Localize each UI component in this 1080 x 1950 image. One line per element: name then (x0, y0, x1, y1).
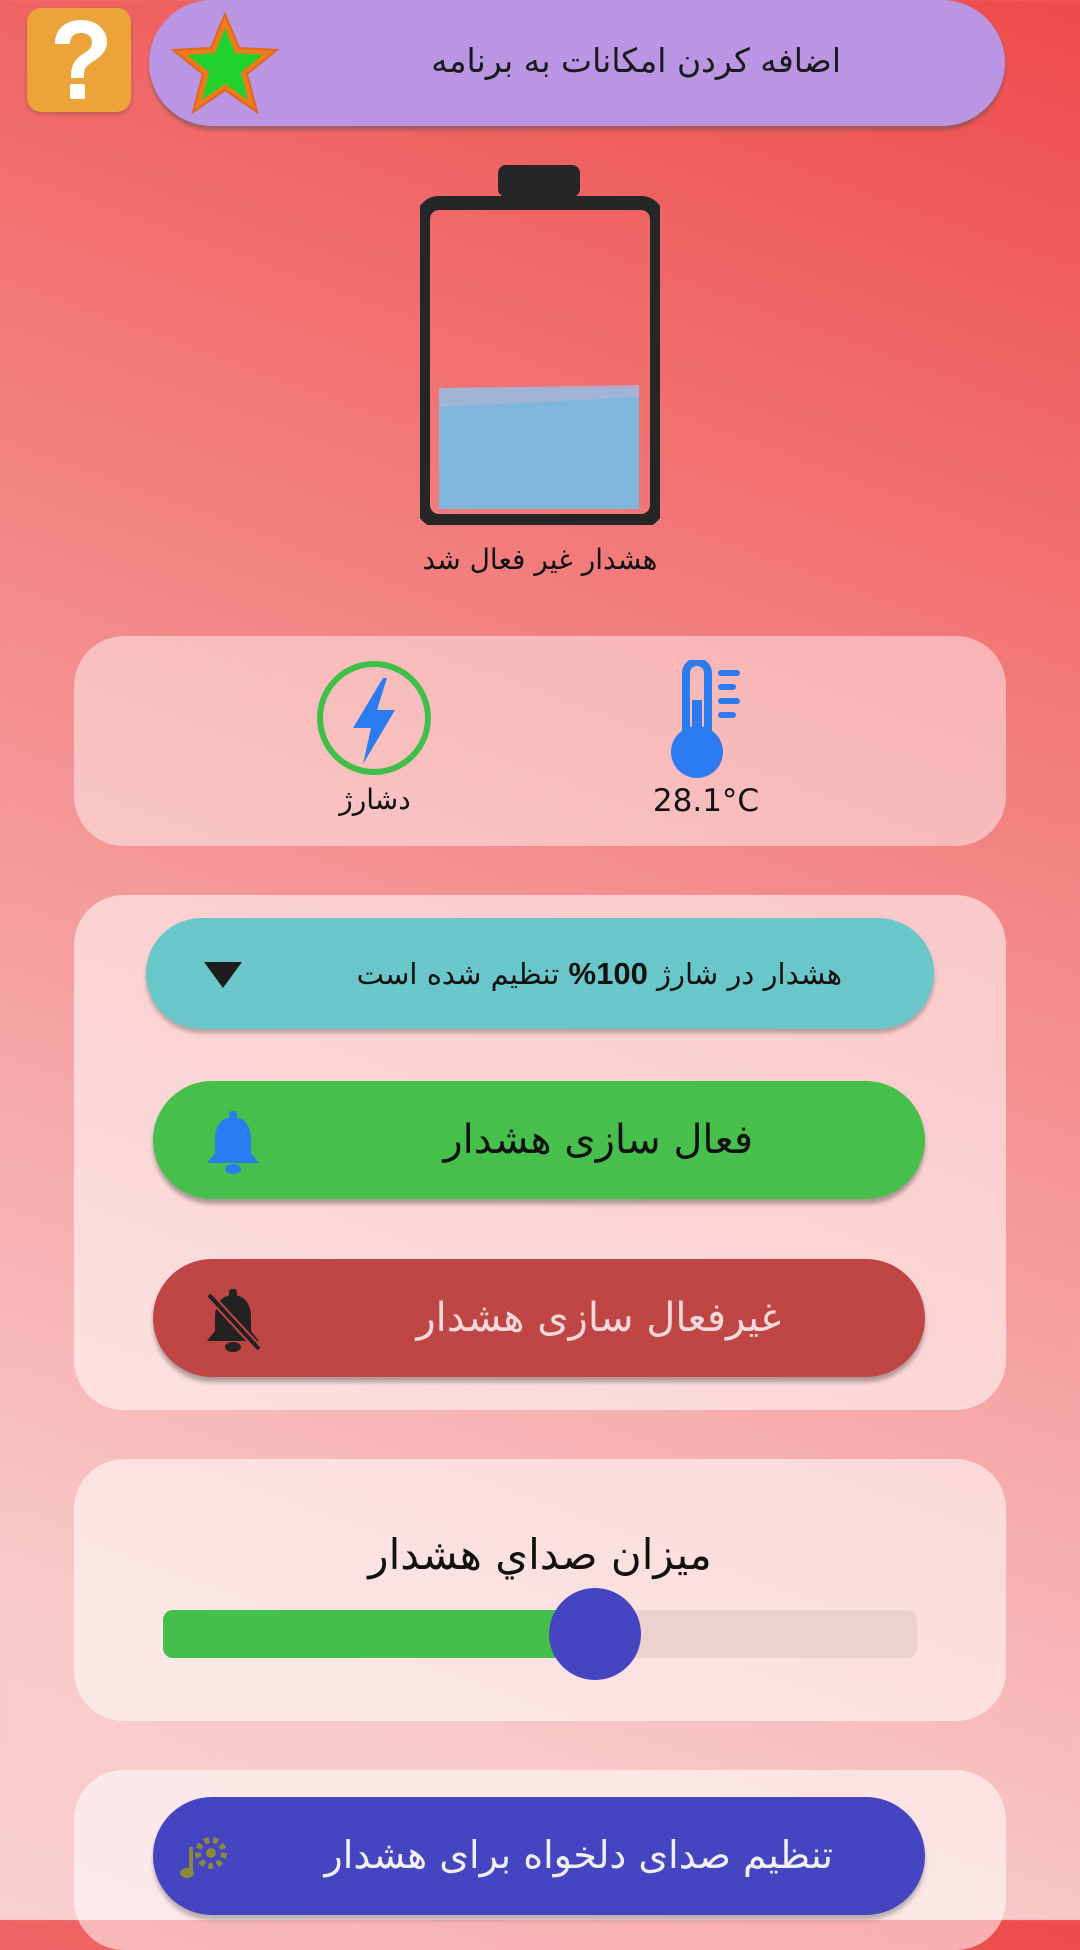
thermometer-icon (671, 660, 740, 778)
music-gear-icon (180, 1837, 227, 1878)
lightning-bolt-icon (317, 661, 431, 775)
volume-card (74, 1459, 1006, 1721)
enable-alarm-label: فعال سازی هشدار (443, 1117, 753, 1163)
bell-off-icon (206, 1289, 261, 1352)
dropdown-arrow-icon (204, 962, 242, 988)
alarm-status-text: هشدار غیر فعال شد (422, 543, 658, 576)
question-mark-icon (55, 20, 107, 99)
bell-icon (207, 1111, 259, 1174)
help-button[interactable] (27, 8, 131, 112)
disable-alarm-button[interactable]: غیرفعال سازی هشدار (153, 1259, 925, 1377)
star-icon (170, 11, 280, 115)
charge-status-label: دشارژ (339, 783, 411, 816)
battery-level-fill (439, 388, 639, 509)
battery-graphic (420, 165, 660, 525)
custom-sound-label: تنظیم صدای دلخواه برای هشدار (324, 1833, 833, 1877)
volume-slider[interactable] (163, 1588, 917, 1680)
disable-alarm-label: غیرفعال سازی هشدار (416, 1295, 781, 1341)
custom-sound-button[interactable]: تنظیم صدای دلخواه برای هشدار (153, 1797, 925, 1915)
add-features-button[interactable]: اضافه کردن امکانات به برنامه (149, 0, 1005, 126)
alarm-level-dropdown[interactable]: هشدار در شارژ 100% تنظیم شده است (146, 918, 934, 1029)
alarm-level-label: هشدار در شارژ 100% تنظیم شده است (356, 956, 842, 991)
add-features-label: اضافه کردن امکانات به برنامه (431, 41, 841, 80)
temperature-label: 28.1°C (652, 783, 760, 819)
enable-alarm-button[interactable]: فعال سازی هشدار (153, 1081, 925, 1199)
volume-title: ميزان صداي هشدار (368, 1530, 712, 1579)
volume-slider-thumb[interactable] (549, 1588, 642, 1680)
volume-slider-fill (163, 1610, 596, 1658)
battery-info-card (74, 636, 1006, 846)
